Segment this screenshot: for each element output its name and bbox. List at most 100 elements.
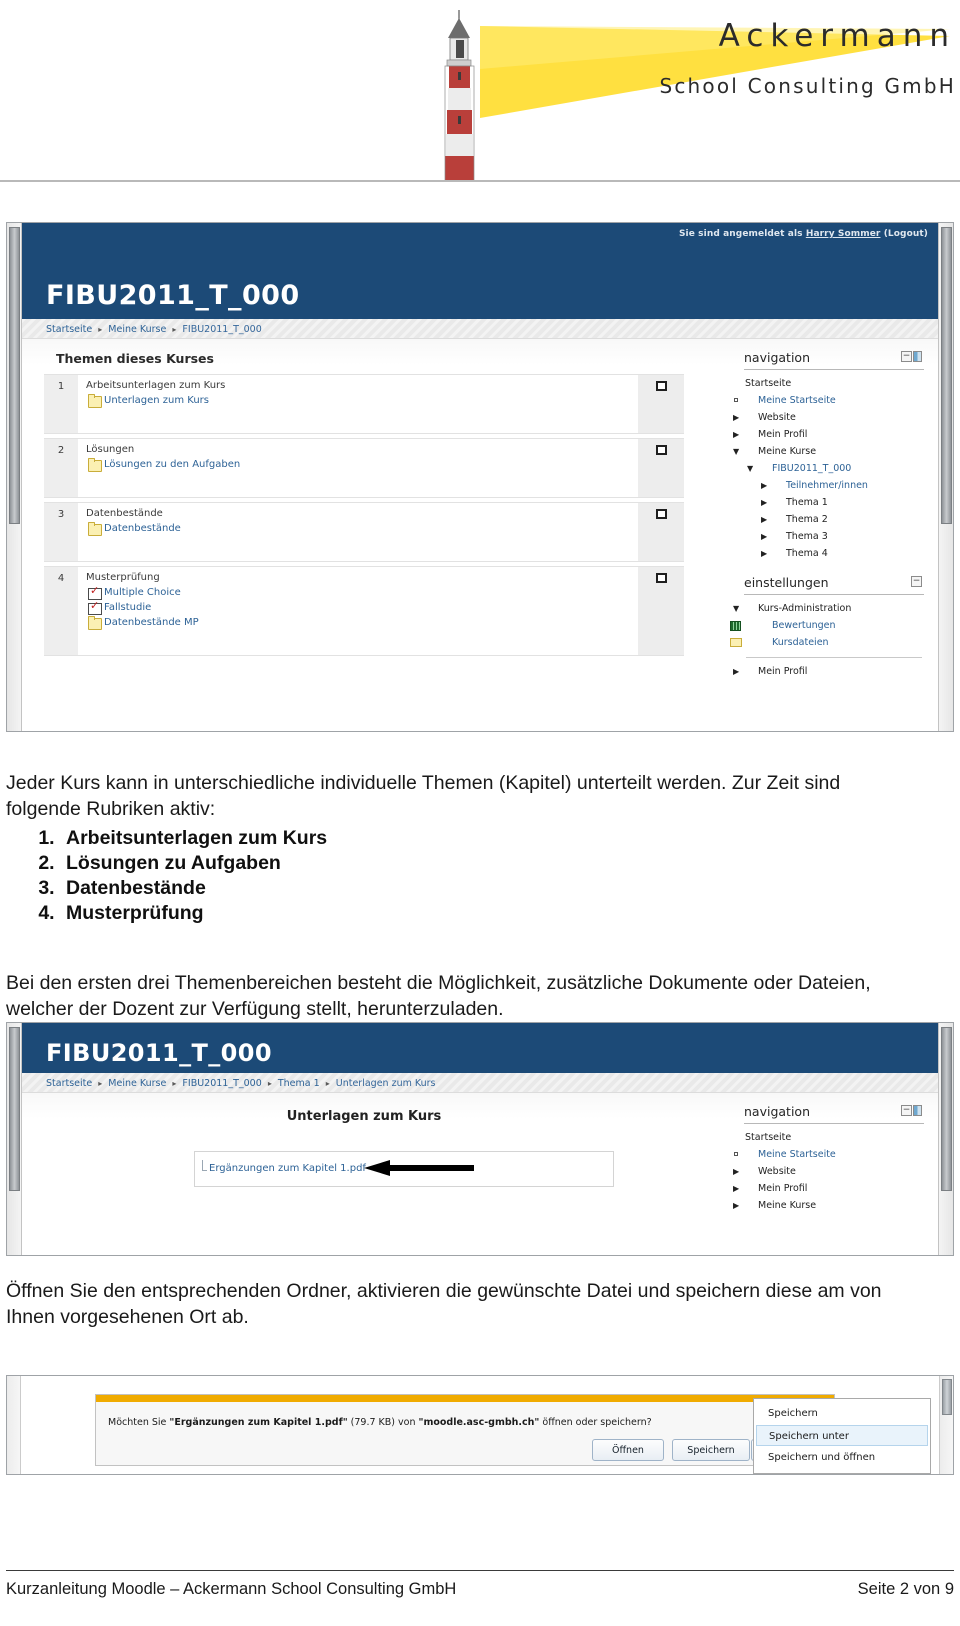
nav-label: Thema 1 xyxy=(786,497,828,508)
letterhead: Ackermann School Consulting GmbH xyxy=(0,0,960,186)
sidebar-item-thema-1[interactable]: ▶ Thema 1 xyxy=(744,494,924,511)
moodle-folder-screenshot: FIBU2011_T_000 Startseite ▸ Meine Kurse … xyxy=(6,1022,954,1256)
scrollbar-right[interactable] xyxy=(938,223,953,731)
table-row: 2 Lösungen Lösungen zu den Aufgaben xyxy=(44,438,684,498)
list-item[interactable]: Datenbestände xyxy=(86,522,638,536)
chevron-right-icon: ▶ xyxy=(761,515,768,524)
menu-item-speichern-und-oeffnen[interactable]: Speichern und öffnen xyxy=(754,1446,930,1469)
sidebar-item-meine-kurse[interactable]: ▶ Meine Kurse xyxy=(733,1197,924,1214)
sidebar-item-website[interactable]: ▶ Website xyxy=(733,1163,924,1180)
sidebar-item-kurs-administration[interactable]: ▼ Kurs-Administration xyxy=(733,600,924,617)
topic-number: 1 xyxy=(44,375,78,433)
minus-icon[interactable]: − xyxy=(901,351,912,362)
nav-label: Kurs-Administration xyxy=(758,603,852,614)
sidebar-item-thema-4[interactable]: ▶ Thema 4 xyxy=(744,545,924,562)
page-title: FIBU2011_T_000 xyxy=(46,280,300,311)
course-header: Sie sind angemeldet als Harry Sommer (Lo… xyxy=(22,223,938,319)
prompt-host: "moodle.asc-gmbh.ch" xyxy=(418,1417,540,1428)
sidebar-item-startseite[interactable]: Startseite xyxy=(744,375,924,392)
prompt-prefix: Möchten Sie xyxy=(108,1417,170,1428)
nav-label: Teilnehmer/innen xyxy=(786,480,868,491)
logged-in-user-link[interactable]: Harry Sommer xyxy=(806,229,881,239)
moodle-course-screenshot: Sie sind angemeldet als Harry Sommer (Lo… xyxy=(6,222,954,732)
folder-icon xyxy=(730,638,742,647)
sidebar-item-website[interactable]: ▶ Website xyxy=(733,409,924,426)
breadcrumb-item-mycourses[interactable]: Meine Kurse xyxy=(108,324,166,335)
list-item[interactable]: Fallstudie xyxy=(86,600,638,615)
table-row: 4 Musterprüfung Multiple Choice Fallstud… xyxy=(44,566,684,656)
sidebar-item-meine-startseite[interactable]: Meine Startseite xyxy=(734,392,924,409)
topic-name: Datenbestände xyxy=(86,508,163,519)
download-prompt-text: Möchten Sie "Ergänzungen zum Kapitel 1.p… xyxy=(108,1417,652,1428)
list-item[interactable]: Multiple Choice xyxy=(86,585,638,600)
logout-link[interactable]: (Logout) xyxy=(884,229,928,239)
breadcrumb: Startseite ▸ Meine Kurse ▸ FIBU2011_T_00… xyxy=(22,319,938,339)
breadcrumb-item-thema[interactable]: Thema 1 xyxy=(278,1078,320,1089)
nav-label: Startseite xyxy=(745,1132,792,1143)
nav-label: Website xyxy=(758,1166,796,1177)
dock-icon[interactable] xyxy=(913,1105,922,1116)
scrollbar-left[interactable] xyxy=(7,223,22,731)
nav-label: Mein Profil xyxy=(758,666,808,677)
topic-highlight-checkbox[interactable] xyxy=(638,503,684,561)
topic-highlight-checkbox[interactable] xyxy=(638,375,684,433)
download-notification-bar: Möchten Sie "Ergänzungen zum Kapitel 1.p… xyxy=(95,1394,835,1466)
minus-icon[interactable]: − xyxy=(911,576,922,587)
breadcrumb-item-home[interactable]: Startseite xyxy=(46,324,92,335)
topic-highlight-checkbox[interactable] xyxy=(638,439,684,497)
list-item[interactable]: Datenbestände MP xyxy=(86,616,638,630)
left-arrow-annotation xyxy=(364,1160,474,1176)
sidebar-item-thema-2[interactable]: ▶ Thema 2 xyxy=(744,511,924,528)
resource-label: Datenbestände xyxy=(104,523,181,534)
scrollbar-left[interactable] xyxy=(7,1023,22,1255)
menu-item-speichern-unter[interactable]: Speichern unter xyxy=(756,1425,928,1446)
navigation-block: navigation − Startseite Meine Startseite xyxy=(733,339,924,562)
chevron-right-icon: ▶ xyxy=(733,430,740,439)
chevron-right-icon: ▶ xyxy=(733,1184,740,1193)
sidebar-item-course[interactable]: ▼ FIBU2011_T_000 xyxy=(744,460,924,477)
gold-accent-bar xyxy=(96,1395,834,1402)
table-row: 1 Arbeitsunterlagen zum Kurs Unterlagen … xyxy=(44,374,684,434)
sidebar-item-mein-profil[interactable]: ▶ Mein Profil xyxy=(733,1180,924,1197)
breadcrumb-item-mycourses[interactable]: Meine Kurse xyxy=(108,1078,166,1089)
open-button[interactable]: Öffnen xyxy=(592,1439,664,1461)
breadcrumb-item-course[interactable]: FIBU2011_T_000 xyxy=(182,1078,261,1089)
sidebar-item-startseite[interactable]: Startseite xyxy=(744,1129,924,1146)
sidebar-item-meine-kurse[interactable]: ▼ Meine Kurse xyxy=(733,443,924,460)
settings-block: einstellungen − ▼ Kurs-Administration Be… xyxy=(730,574,924,680)
sidebar-item-mein-profil-settings[interactable]: ▶ Mein Profil xyxy=(733,663,924,680)
chevron-right-icon: ▶ xyxy=(761,532,768,541)
topic-name: Musterprüfung xyxy=(86,572,160,583)
scrollbar-left[interactable] xyxy=(7,1376,21,1474)
login-prefix: Sie sind angemeldet als xyxy=(678,229,803,239)
divider xyxy=(746,657,922,658)
resource-label: Unterlagen zum Kurs xyxy=(104,395,209,406)
list-item[interactable]: Lösungen zu den Aufgaben xyxy=(86,458,638,472)
breadcrumb-separator-icon: ▸ xyxy=(172,1079,177,1088)
prompt-filename: "Ergänzungen zum Kapitel 1.pdf" xyxy=(169,1417,348,1428)
course-header: FIBU2011_T_000 xyxy=(22,1023,938,1073)
paragraph-intro: Jeder Kurs kann in unterschiedliche indi… xyxy=(6,771,841,820)
sidebar-item-meine-startseite[interactable]: Meine Startseite xyxy=(734,1146,924,1163)
topic-number: 2 xyxy=(44,439,78,497)
scrollbar-right[interactable] xyxy=(939,1376,953,1474)
menu-item-speichern[interactable]: Speichern xyxy=(754,1402,930,1425)
download-dialog-screenshot: Möchten Sie "Ergänzungen zum Kapitel 1.p… xyxy=(6,1375,954,1475)
file-link[interactable]: Ergänzungen zum Kapitel 1.pdf xyxy=(202,1160,366,1174)
nav-label: Thema 2 xyxy=(786,514,828,525)
breadcrumb: Startseite ▸ Meine Kurse ▸ FIBU2011_T_00… xyxy=(22,1073,938,1093)
sidebar-item-kursdateien[interactable]: Kursdateien xyxy=(730,634,924,651)
sidebar-item-bewertungen[interactable]: Bewertungen xyxy=(730,617,924,634)
minus-icon[interactable]: − xyxy=(901,1105,912,1116)
table-row: 3 Datenbestände Datenbestände xyxy=(44,502,684,562)
dock-icon[interactable] xyxy=(913,351,922,362)
breadcrumb-item-home[interactable]: Startseite xyxy=(46,1078,92,1089)
sidebar-item-teilnehmer[interactable]: ▶ Teilnehmer/innen xyxy=(744,477,924,494)
save-button[interactable]: Speichern xyxy=(672,1439,750,1461)
sidebar-item-thema-3[interactable]: ▶ Thema 3 xyxy=(744,528,924,545)
topic-highlight-checkbox[interactable] xyxy=(638,567,684,655)
scrollbar-right[interactable] xyxy=(938,1023,953,1255)
sidebar-item-mein-profil[interactable]: ▶ Mein Profil xyxy=(733,426,924,443)
list-item[interactable]: Unterlagen zum Kurs xyxy=(86,394,638,408)
nav-label: Startseite xyxy=(745,378,792,389)
